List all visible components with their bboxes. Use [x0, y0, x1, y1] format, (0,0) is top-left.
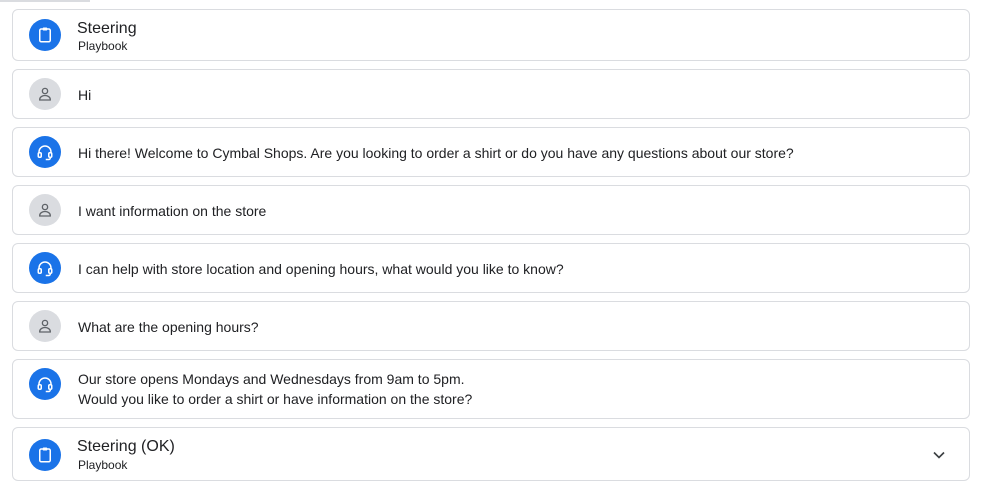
- user-message-text: What are the opening hours?: [78, 319, 259, 335]
- user-message-text: I want information on the store: [78, 203, 267, 219]
- agent-message-card: Hi there! Welcome to Cymbal Shops. Are y…: [12, 127, 970, 177]
- playbook-title: Steering (OK): [77, 438, 175, 455]
- headset-icon: [29, 136, 61, 168]
- agent-message-line-2: Would you like to order a shirt or have …: [78, 391, 473, 407]
- playbook-subtitle: Playbook: [78, 458, 128, 472]
- person-icon: [29, 78, 61, 110]
- playbook-title: Steering: [77, 20, 137, 37]
- playbook-card-steering-ok[interactable]: Steering (OK) Playbook: [12, 427, 970, 481]
- headset-icon: [29, 368, 61, 400]
- top-divider: [0, 0, 90, 2]
- user-message-card: What are the opening hours?: [12, 301, 970, 351]
- person-icon: [29, 310, 61, 342]
- agent-message-card: Our store opens Mondays and Wednesdays f…: [12, 359, 970, 419]
- clipboard-icon: [29, 19, 61, 51]
- user-message-text: Hi: [78, 87, 92, 103]
- headset-icon: [29, 252, 61, 284]
- person-icon: [29, 194, 61, 226]
- agent-message-line-1: Our store opens Mondays and Wednesdays f…: [78, 371, 465, 387]
- user-message-card: Hi: [12, 69, 970, 119]
- agent-message-text: Hi there! Welcome to Cymbal Shops. Are y…: [78, 145, 794, 161]
- clipboard-icon: [29, 439, 61, 471]
- agent-message-text: I can help with store location and openi…: [78, 261, 564, 277]
- chevron-down-icon[interactable]: [929, 445, 949, 470]
- playbook-subtitle: Playbook: [78, 39, 128, 53]
- user-message-card: I want information on the store: [12, 185, 970, 235]
- agent-message-card: I can help with store location and openi…: [12, 243, 970, 293]
- playbook-card-steering[interactable]: Steering Playbook: [12, 9, 970, 61]
